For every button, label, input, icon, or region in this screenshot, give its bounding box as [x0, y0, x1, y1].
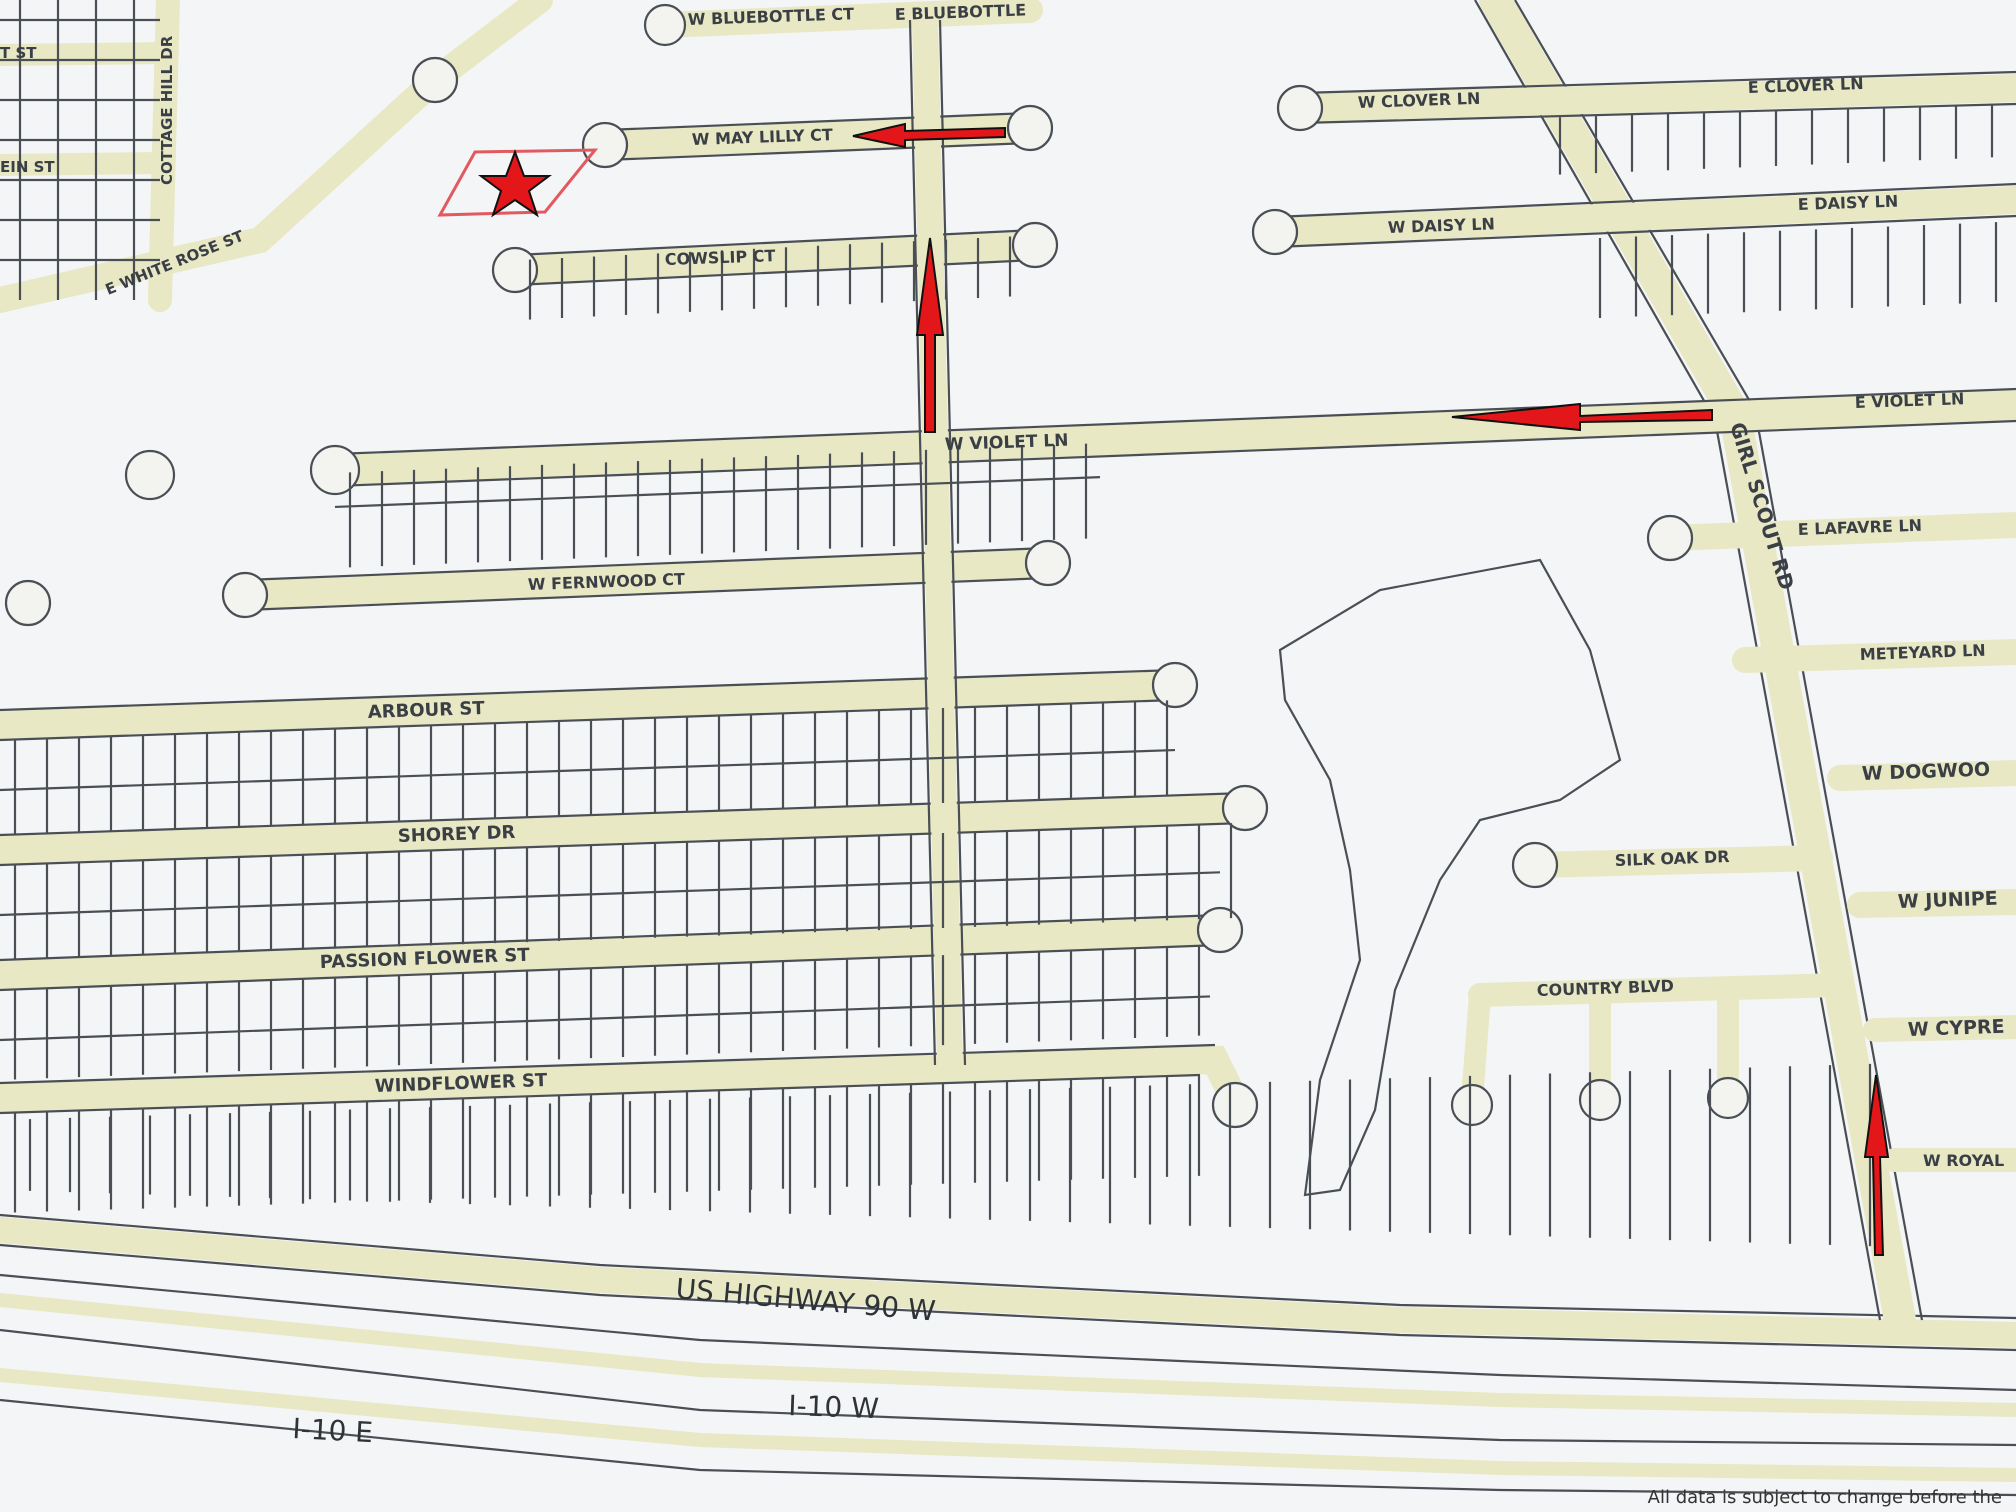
street-label: SHOREY DR [397, 822, 515, 847]
street-label: E VIOLET LN [1854, 389, 1964, 412]
highway-label: I-10 W [788, 1389, 880, 1425]
street-label: EIN ST [0, 158, 55, 176]
street-label: E CLOVER LN [1747, 74, 1863, 97]
street-label: T ST [0, 44, 37, 62]
street-label: W ROYAL [1923, 1151, 2004, 1170]
highway-label: I-10 E [292, 1412, 374, 1449]
street-label: W CYPRE [1907, 1016, 2005, 1041]
street-label: COWSLIP CT [664, 246, 775, 269]
street-label: COTTAGE HILL DR [158, 35, 176, 185]
parcel-map[interactable]: W BLUEBOTTLE CT E BLUEBOTTLE COTTAGE HIL… [0, 0, 2016, 1512]
disclaimer-text: All data is subject to change before the [1647, 1487, 2002, 1508]
street-label: ARBOUR ST [367, 698, 485, 723]
street-label: W DOGWOO [1861, 759, 1990, 785]
map-canvas[interactable]: W BLUEBOTTLE CT E BLUEBOTTLE COTTAGE HIL… [0, 0, 2016, 1512]
street-label: SILK OAK DR [1614, 847, 1729, 870]
street-label: E DAISY LN [1797, 192, 1898, 214]
street-label: W DAISY LN [1387, 214, 1495, 237]
street-label: W JUNIPE [1897, 888, 1998, 913]
